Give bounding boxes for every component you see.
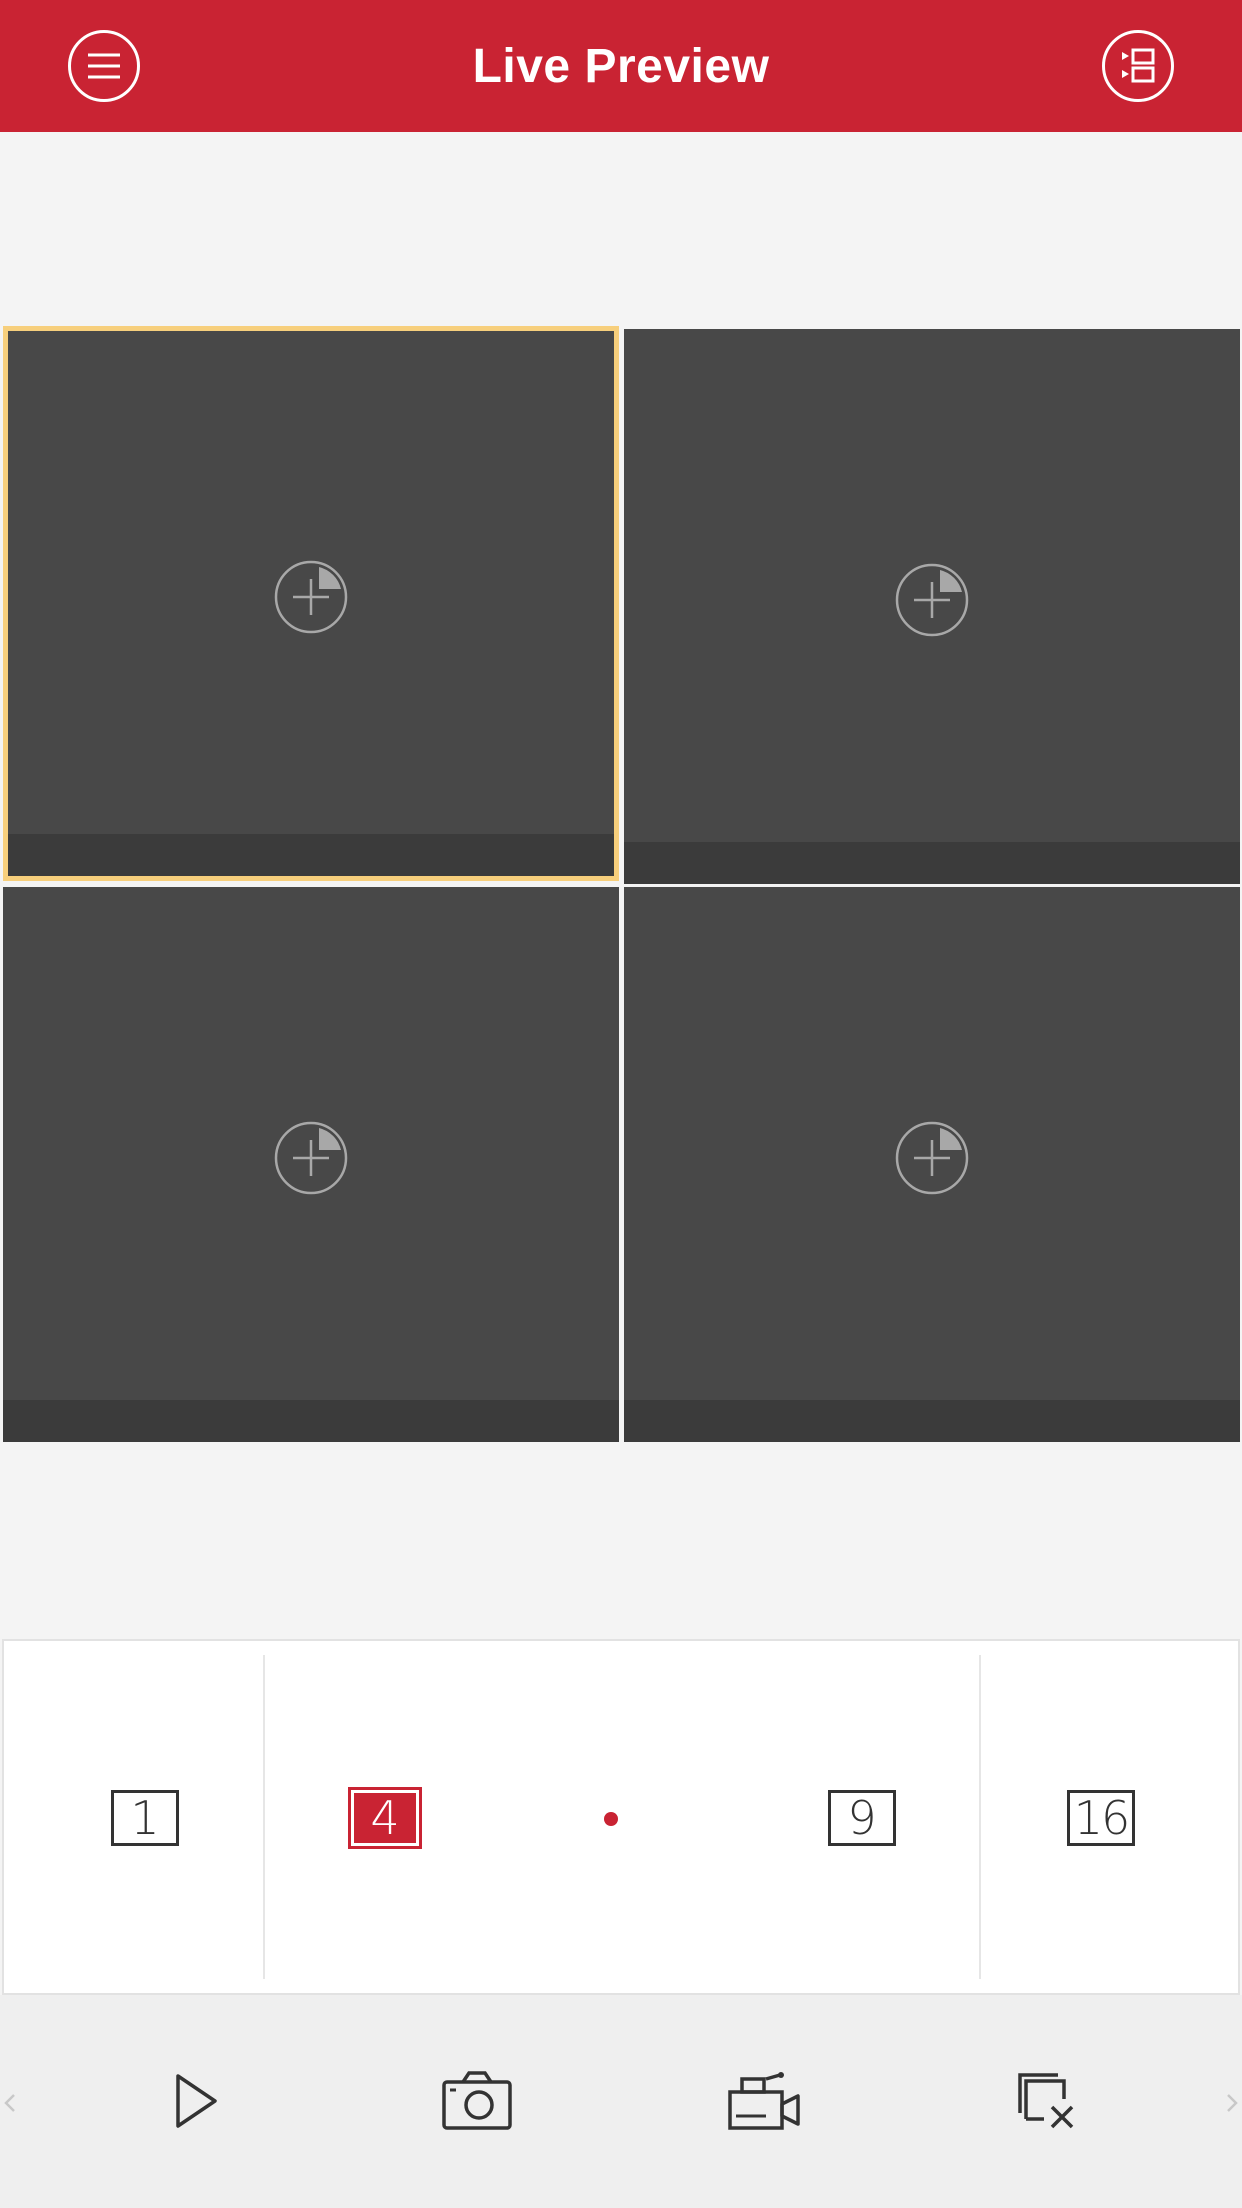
layout-4-button[interactable]: 4 xyxy=(348,1787,422,1849)
camera-capture-icon xyxy=(442,2071,512,2130)
page-indicator-dot xyxy=(604,1812,618,1826)
preview-tile-2[interactable] xyxy=(624,329,1240,884)
add-camera-icon[interactable] xyxy=(273,1120,349,1196)
add-camera-icon[interactable] xyxy=(894,1120,970,1196)
chevron-right-icon[interactable] xyxy=(1218,2083,1242,2123)
menu-icon xyxy=(88,53,120,79)
play-icon xyxy=(176,2074,217,2128)
device-list-button[interactable] xyxy=(1102,30,1174,102)
tile-footer xyxy=(3,1400,619,1442)
preview-tile-3[interactable] xyxy=(3,887,619,1442)
device-list-icon xyxy=(1122,48,1155,83)
capture-button[interactable] xyxy=(437,2061,517,2141)
add-camera-icon[interactable] xyxy=(273,559,349,635)
preview-tile-1[interactable] xyxy=(3,326,619,881)
layout-16-button[interactable]: 16 xyxy=(1067,1790,1135,1846)
add-camera-icon[interactable] xyxy=(894,562,970,638)
layout-9-button[interactable]: 9 xyxy=(828,1790,896,1846)
tile-footer xyxy=(624,1400,1240,1442)
layout-1-button[interactable]: 1 xyxy=(111,1790,179,1846)
preview-tile-4[interactable] xyxy=(624,887,1240,1442)
page-title: Live Preview xyxy=(472,39,770,93)
record-video-icon xyxy=(728,2072,800,2130)
close-all-button[interactable] xyxy=(1006,2061,1086,2141)
tile-footer xyxy=(624,842,1240,884)
preview-grid xyxy=(0,326,1242,1442)
header-bar: Live Preview xyxy=(0,0,1242,132)
split-layout-selector: 1 4 9 16 xyxy=(2,1639,1240,1995)
menu-button[interactable] xyxy=(68,30,140,102)
play-button[interactable] xyxy=(156,2061,236,2141)
divider xyxy=(263,1655,265,1979)
chevron-left-icon[interactable] xyxy=(0,2083,24,2123)
divider xyxy=(979,1655,981,1979)
bottom-toolbar xyxy=(0,1995,1242,2208)
record-button[interactable] xyxy=(724,2061,804,2141)
tile-footer xyxy=(8,834,614,876)
close-all-icon xyxy=(1018,2073,1074,2129)
